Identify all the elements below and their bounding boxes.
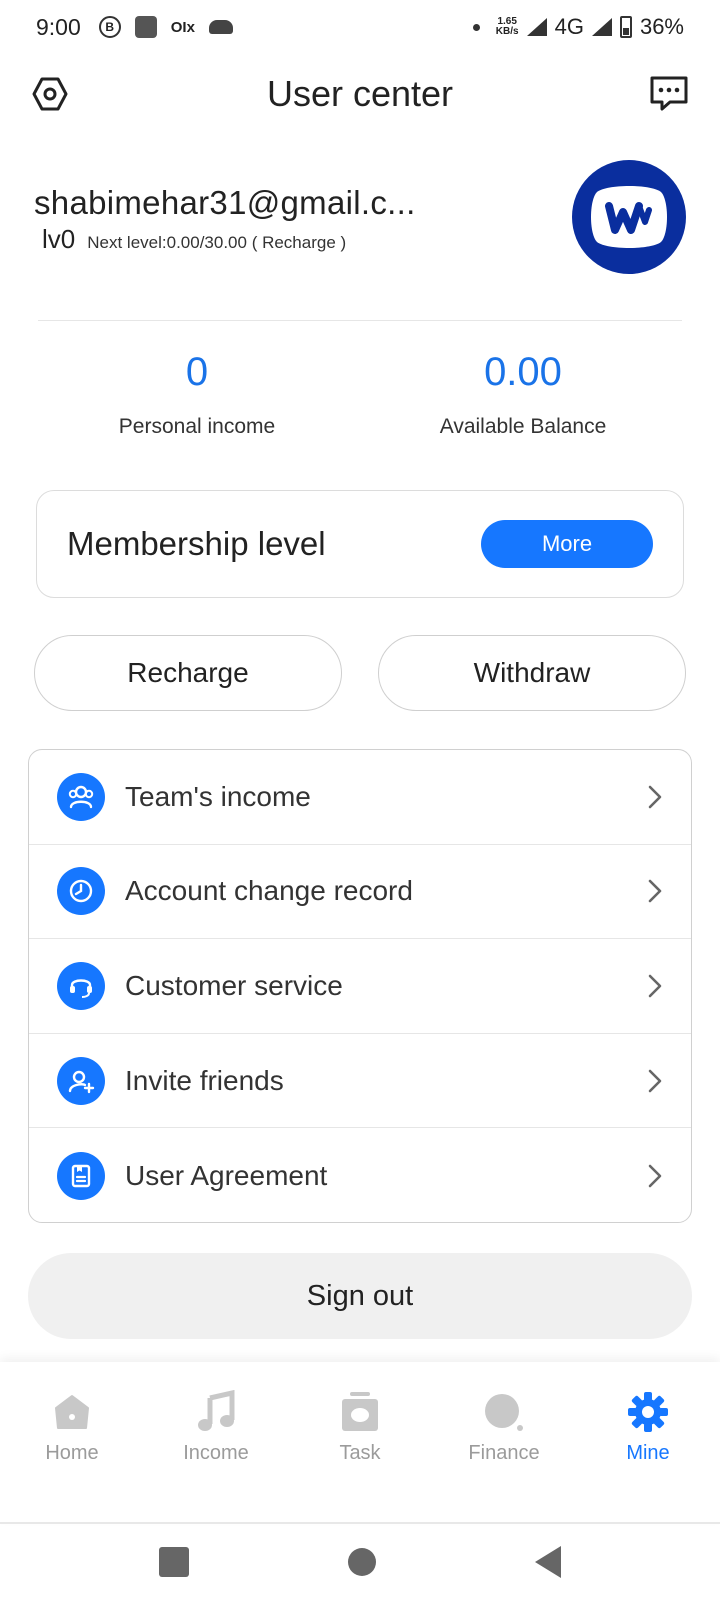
- menu-item-customer-service[interactable]: Customer service: [29, 939, 691, 1034]
- action-buttons: Recharge Withdraw: [34, 635, 686, 711]
- settings-hexagon-icon[interactable]: [32, 76, 68, 112]
- recent-apps-icon[interactable]: [159, 1547, 190, 1577]
- user-level: lv0: [42, 224, 76, 254]
- tab-label: Income: [183, 1442, 249, 1464]
- document-icon: [57, 1151, 105, 1200]
- team-icon: [57, 772, 105, 821]
- tab-label: Task: [339, 1442, 381, 1464]
- chevron-right-icon: [648, 1069, 662, 1092]
- chevron-right-icon: [648, 1164, 662, 1187]
- bottom-tab-bar: Home Income Task Finance Mine: [0, 1362, 720, 1522]
- divider: [38, 320, 682, 321]
- square-app-icon: [134, 16, 157, 38]
- membership-card: Membership level More: [36, 490, 684, 598]
- personal-income-value: 0: [185, 350, 209, 394]
- menu-item-account-change-record[interactable]: Account change record: [29, 845, 691, 940]
- chevron-right-icon: [648, 785, 662, 809]
- message-icon[interactable]: [648, 74, 690, 112]
- status-dot-icon: [472, 23, 480, 31]
- more-button[interactable]: More: [481, 520, 653, 568]
- chevron-right-icon: [648, 880, 662, 903]
- signal-icon: [526, 18, 547, 36]
- olx-icon: OIx: [170, 18, 195, 36]
- available-balance-stat: 0.00 Available Balance: [360, 340, 686, 460]
- headset-icon: [57, 961, 105, 1010]
- menu-item-label: Account change record: [125, 875, 413, 907]
- home-button-icon[interactable]: [347, 1548, 376, 1576]
- music-note-icon: [194, 1390, 238, 1434]
- brand-logo-icon: [591, 186, 667, 248]
- b-circle-icon: B: [98, 16, 121, 38]
- task-icon: [338, 1390, 382, 1434]
- home-icon: [50, 1390, 94, 1434]
- menu-item-label: Team's income: [125, 780, 311, 812]
- network-speed: 1.65 KB/s: [496, 17, 519, 37]
- tab-income[interactable]: Income: [144, 1362, 288, 1522]
- page-title: User center: [266, 73, 454, 114]
- level-row: lv0 Next level:0.00/30.00 ( Recharge ): [42, 224, 346, 255]
- system-nav-bar: [0, 1524, 720, 1600]
- tab-label: Home: [45, 1442, 99, 1464]
- available-balance-label: Available Balance: [439, 415, 607, 438]
- status-bar: 9:00 B OIx 1.65 KB/s 4G 36%: [0, 0, 720, 54]
- tab-finance[interactable]: Finance: [432, 1362, 576, 1522]
- menu-item-user-agreement[interactable]: User Agreement: [29, 1128, 691, 1222]
- menu-list: Team's income Account change record Cust…: [28, 749, 692, 1223]
- menu-item-label: User Agreement: [125, 1159, 328, 1191]
- battery-percent: 36%: [639, 14, 684, 39]
- avatar[interactable]: [572, 160, 686, 274]
- battery-icon: [619, 16, 632, 38]
- network-speed-unit: KB/s: [495, 26, 519, 37]
- user-email: shabimehar31@gmail.c...: [34, 184, 416, 221]
- withdraw-button[interactable]: Withdraw: [378, 635, 686, 711]
- finance-icon: [482, 1390, 526, 1434]
- menu-item-invite-friends[interactable]: Invite friends: [29, 1034, 691, 1129]
- tab-label: Finance: [468, 1442, 540, 1464]
- network-type: 4G: [554, 14, 584, 39]
- menu-item-label: Customer service: [125, 969, 343, 1001]
- profile-section: shabimehar31@gmail.c... lv0 Next level:0…: [34, 160, 686, 290]
- cloud-icon: [208, 20, 233, 34]
- personal-income-stat: 0 Personal income: [34, 340, 360, 460]
- menu-item-label: Invite friends: [125, 1064, 284, 1096]
- menu-item-teams-income[interactable]: Team's income: [29, 750, 691, 845]
- tab-label: Mine: [626, 1442, 670, 1464]
- gear-icon: [626, 1390, 670, 1434]
- sign-out-button[interactable]: Sign out: [28, 1253, 692, 1339]
- tab-task[interactable]: Task: [288, 1362, 432, 1522]
- available-balance-value: 0.00: [484, 350, 562, 394]
- invite-user-icon: [57, 1056, 105, 1105]
- status-time: 9:00: [36, 13, 81, 40]
- recharge-button[interactable]: Recharge: [34, 635, 342, 711]
- tab-home[interactable]: Home: [0, 1362, 144, 1522]
- signal-icon-2: [591, 18, 612, 36]
- chevron-right-icon: [648, 974, 662, 998]
- next-level-progress[interactable]: Next level:0.00/30.00 ( Recharge ): [87, 233, 346, 253]
- back-icon[interactable]: [534, 1546, 561, 1578]
- header: User center: [0, 64, 720, 124]
- personal-income-label: Personal income: [118, 415, 276, 438]
- stats-row: 0 Personal income 0.00 Available Balance: [34, 340, 686, 460]
- clock-record-icon: [57, 867, 105, 916]
- membership-label: Membership level: [67, 525, 326, 562]
- tab-mine[interactable]: Mine: [576, 1362, 720, 1522]
